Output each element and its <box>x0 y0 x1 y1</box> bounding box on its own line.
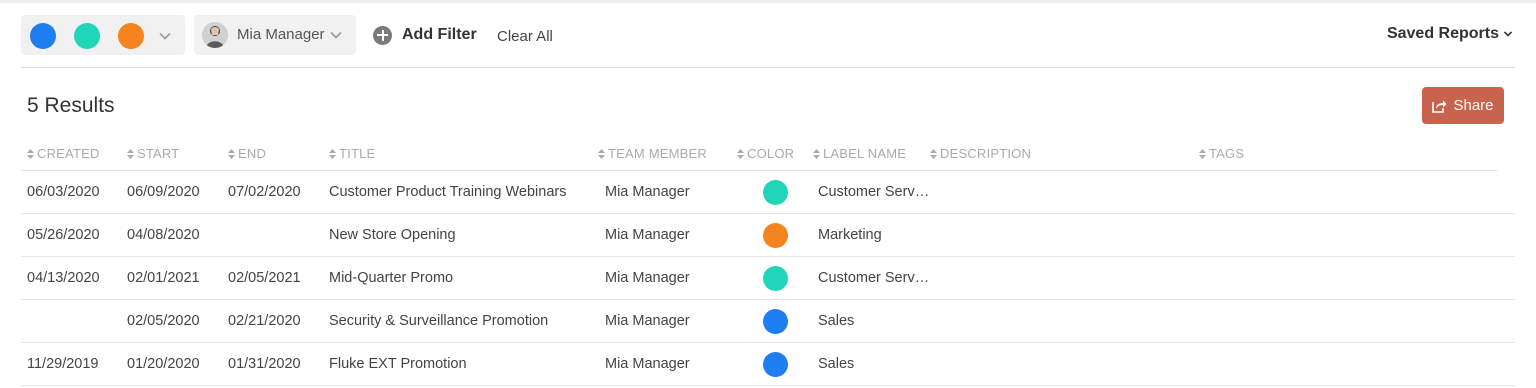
saved-reports-label: Saved Reports <box>1386 25 1499 42</box>
sort-icon <box>1199 148 1206 159</box>
table-row[interactable]: 06/03/2020 06/09/2020 07/02/2020 Custome… <box>21 171 1515 214</box>
sort-icon <box>127 148 134 159</box>
cell-end: 02/05/2021 <box>228 270 301 286</box>
cell-color-swatch <box>763 180 788 205</box>
team-member-filter[interactable]: Mia Manager <box>194 15 356 55</box>
clear-all-link[interactable]: Clear All <box>497 28 553 45</box>
avatar <box>202 22 228 48</box>
filter-divider <box>21 67 1515 68</box>
table-row[interactable]: 05/26/2020 04/08/2020 New Store Opening … <box>21 214 1515 257</box>
cell-team-member: Mia Manager <box>605 184 690 200</box>
saved-reports-dropdown[interactable]: Saved Reports <box>1387 25 1513 43</box>
sort-icon <box>813 148 820 159</box>
column-header-title[interactable]: TITLE <box>329 146 375 161</box>
cell-color-swatch <box>763 266 788 291</box>
chevron-down-icon[interactable] <box>158 29 172 43</box>
cell-created: 05/26/2020 <box>27 227 100 243</box>
color-swatch-teal[interactable] <box>74 23 100 49</box>
cell-color-swatch <box>763 223 788 248</box>
results-count-title: 5 Results <box>27 94 115 117</box>
add-filter-label: Add Filter <box>402 26 477 43</box>
column-header-created[interactable]: CREATED <box>27 146 100 161</box>
column-header-start[interactable]: START <box>127 146 179 161</box>
color-swatch-blue[interactable] <box>30 23 56 49</box>
cell-end: 07/02/2020 <box>228 184 301 200</box>
cell-created: 11/29/2019 <box>27 356 99 372</box>
cell-title: Security & Surveillance Promotion <box>329 313 549 329</box>
share-button[interactable]: Share <box>1422 87 1504 124</box>
cell-label-name: Customer Serv… <box>818 184 930 200</box>
column-header-label-name[interactable]: LABEL NAME <box>813 146 906 161</box>
color-filter[interactable] <box>21 15 185 55</box>
add-filter-button[interactable]: Add Filter <box>373 23 477 47</box>
cell-team-member: Mia Manager <box>605 356 690 372</box>
sort-icon <box>930 148 937 159</box>
cell-title: New Store Opening <box>329 227 456 243</box>
cell-start: 06/09/2020 <box>127 184 200 200</box>
cell-label-name: Marketing <box>818 227 882 243</box>
cell-color-swatch <box>763 309 788 334</box>
chevron-down-icon <box>1503 31 1513 37</box>
cell-end: 01/31/2020 <box>228 356 301 372</box>
cell-start: 01/20/2020 <box>127 356 200 372</box>
cell-title: Customer Product Training Webinars <box>329 184 567 200</box>
share-label: Share <box>1453 97 1494 114</box>
sort-icon <box>598 148 605 159</box>
color-swatch-orange[interactable] <box>118 23 144 49</box>
column-header-tags[interactable]: TAGS <box>1199 146 1244 161</box>
cell-label-name: Customer Serv… <box>818 270 930 286</box>
table-row[interactable]: 02/05/2020 02/21/2020 Security & Surveil… <box>21 300 1515 343</box>
cell-created: 06/03/2020 <box>27 184 100 200</box>
cell-team-member: Mia Manager <box>605 227 690 243</box>
cell-title: Fluke EXT Promotion <box>329 356 467 372</box>
sort-icon <box>737 148 744 159</box>
cell-created: 04/13/2020 <box>27 270 100 286</box>
team-member-filter-label: Mia Manager <box>237 26 325 43</box>
cell-start: 02/01/2021 <box>127 270 200 286</box>
table-row[interactable]: 11/29/2019 01/20/2020 01/31/2020 Fluke E… <box>21 343 1515 386</box>
cell-end: 02/21/2020 <box>228 313 301 329</box>
cell-label-name: Sales <box>818 313 855 329</box>
column-header-description[interactable]: DESCRIPTION <box>930 146 1031 161</box>
column-header-color[interactable]: COLOR <box>737 146 794 161</box>
cell-team-member: Mia Manager <box>605 270 690 286</box>
sort-icon <box>228 148 235 159</box>
column-header-team-member[interactable]: TEAM MEMBER <box>598 146 707 161</box>
chevron-down-icon[interactable] <box>329 28 343 42</box>
cell-team-member: Mia Manager <box>605 313 690 329</box>
sort-icon <box>27 148 34 159</box>
cell-start: 04/08/2020 <box>127 227 200 243</box>
cell-color-swatch <box>763 352 788 377</box>
top-border <box>0 0 1536 3</box>
share-icon <box>1432 100 1447 113</box>
cell-label-name: Sales <box>818 356 855 372</box>
filter-bar: Mia Manager Add Filter Clear All Saved R… <box>21 14 1515 56</box>
column-header-end[interactable]: END <box>228 146 266 161</box>
sort-icon <box>329 148 336 159</box>
cell-title: Mid-Quarter Promo <box>329 270 454 286</box>
table-row[interactable]: 04/13/2020 02/01/2021 02/05/2021 Mid-Qua… <box>21 257 1515 300</box>
row-divider <box>21 385 1515 386</box>
plus-circle-icon <box>373 25 392 45</box>
cell-start: 02/05/2020 <box>127 313 200 329</box>
